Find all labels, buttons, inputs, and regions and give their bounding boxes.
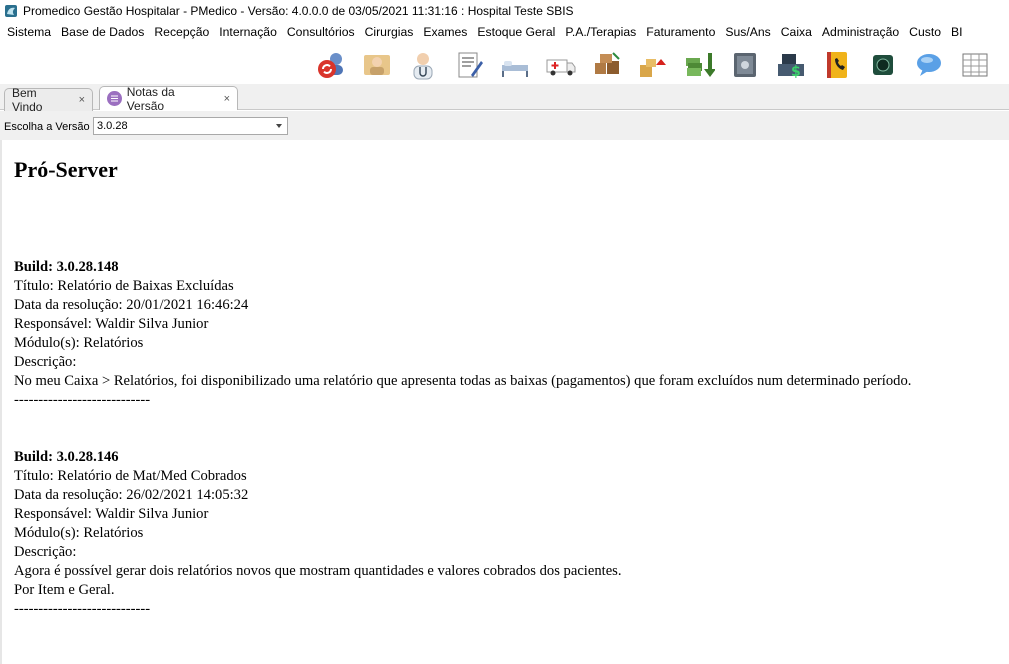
resolution-date: Data da resolução: 20/01/2021 16:46:24	[14, 297, 249, 313]
svg-text:$: $	[791, 64, 801, 80]
description-label: Descrição:	[14, 354, 77, 370]
menu-bi[interactable]: BI	[947, 25, 967, 39]
tab-label: Notas da Versão	[126, 84, 175, 113]
menu-pa-terapias[interactable]: P.A./Terapias	[561, 25, 640, 39]
close-icon[interactable]: ×	[224, 93, 230, 105]
version-filter-bar: Escolha a Versão 3.0.28	[0, 111, 1009, 140]
responsible: Responsável: Waldir Silva Junior	[14, 316, 209, 332]
menu-base-de-dados[interactable]: Base de Dados	[57, 25, 148, 39]
window-title: Promedico Gestão Hospitalar - PMedico - …	[23, 4, 574, 18]
reception-icon[interactable]	[360, 48, 394, 82]
stock-boxes-icon[interactable]	[590, 48, 624, 82]
tab-label: Bem Vindo	[12, 86, 43, 114]
title-bar: Promedico Gestão Hospitalar - PMedico - …	[0, 0, 1009, 22]
tab-bem-vindo[interactable]: Bem Vindo ×	[4, 86, 93, 114]
prescription-icon[interactable]	[452, 48, 486, 82]
menu-administracao[interactable]: Administração	[818, 25, 903, 39]
description-text: No meu Caixa > Relatórios, foi disponibi…	[14, 373, 912, 389]
tab-strip: Bem Vindo × Notas da Versão ×	[0, 84, 1009, 114]
note-title: Título: Relatório de Baixas Excluídas	[14, 278, 234, 294]
build-number: Build: 3.0.28.146	[14, 449, 119, 465]
menu-consultorios[interactable]: Consultórios	[283, 25, 359, 39]
money-down-icon[interactable]	[682, 48, 716, 82]
chat-icon[interactable]	[912, 48, 946, 82]
separator: ----------------------------	[14, 392, 151, 408]
doctor-icon[interactable]	[406, 48, 440, 82]
build-number: Build: 3.0.28.148	[14, 259, 119, 275]
version-select[interactable]: 3.0.28	[93, 117, 288, 135]
tab-notas-da-versao[interactable]: Notas da Versão ×	[99, 84, 238, 113]
note-title: Título: Relatório de Mat/Med Cobrados	[14, 468, 247, 484]
refresh-users-icon[interactable]	[314, 48, 348, 82]
modules: Módulo(s): Relatórios	[14, 525, 144, 541]
safe-icon[interactable]	[728, 48, 762, 82]
page-title: Pró-Server	[14, 157, 118, 182]
menu-caixa[interactable]: Caixa	[777, 25, 816, 39]
menu-faturamento[interactable]: Faturamento	[642, 25, 719, 39]
menu-sus-ans[interactable]: Sus/Ans	[721, 25, 774, 39]
report-grid-icon[interactable]	[958, 48, 992, 82]
menu-internacao[interactable]: Internação	[215, 25, 281, 39]
release-note-entry: Build: 3.0.28.148 Título: Relatório de B…	[14, 258, 911, 410]
responsible: Responsável: Waldir Silva Junior	[14, 506, 209, 522]
menu-exames[interactable]: Exames	[419, 25, 471, 39]
stock-up-icon[interactable]	[636, 48, 670, 82]
menu-bar: Sistema Base de Dados Recepção Internaçã…	[0, 22, 1009, 42]
release-notes-panel: Pró-Server Build: 3.0.28.148 Título: Rel…	[0, 140, 1009, 664]
cash-register-icon[interactable]: $	[774, 48, 808, 82]
close-icon[interactable]: ×	[79, 94, 85, 106]
menu-sistema[interactable]: Sistema	[3, 25, 55, 39]
version-select-value: 3.0.28	[97, 120, 128, 132]
menu-estoque-geral[interactable]: Estoque Geral	[473, 25, 559, 39]
notes-list-icon	[107, 91, 122, 106]
ambulance-icon[interactable]	[544, 48, 578, 82]
chevron-down-icon[interactable]	[276, 124, 282, 128]
menu-recepcao[interactable]: Recepção	[150, 25, 213, 39]
hospital-bed-icon[interactable]	[498, 48, 532, 82]
description-label: Descrição:	[14, 544, 77, 560]
separator: ----------------------------	[14, 601, 151, 617]
release-note-entry: Build: 3.0.28.146 Título: Relatório de M…	[14, 448, 622, 619]
camera-icon[interactable]	[866, 48, 900, 82]
description-text: Por Item e Geral.	[14, 582, 115, 598]
resolution-date: Data da resolução: 26/02/2021 14:05:32	[14, 487, 249, 503]
description-text: Agora é possível gerar dois relatórios n…	[14, 563, 622, 579]
toolbar: $	[0, 42, 1009, 88]
modules: Módulo(s): Relatórios	[14, 335, 144, 351]
menu-cirurgias[interactable]: Cirurgias	[361, 25, 418, 39]
app-logo-icon	[5, 5, 17, 17]
version-filter-label: Escolha a Versão	[4, 121, 90, 133]
menu-custo[interactable]: Custo	[905, 25, 945, 39]
phone-book-icon[interactable]	[820, 48, 854, 82]
